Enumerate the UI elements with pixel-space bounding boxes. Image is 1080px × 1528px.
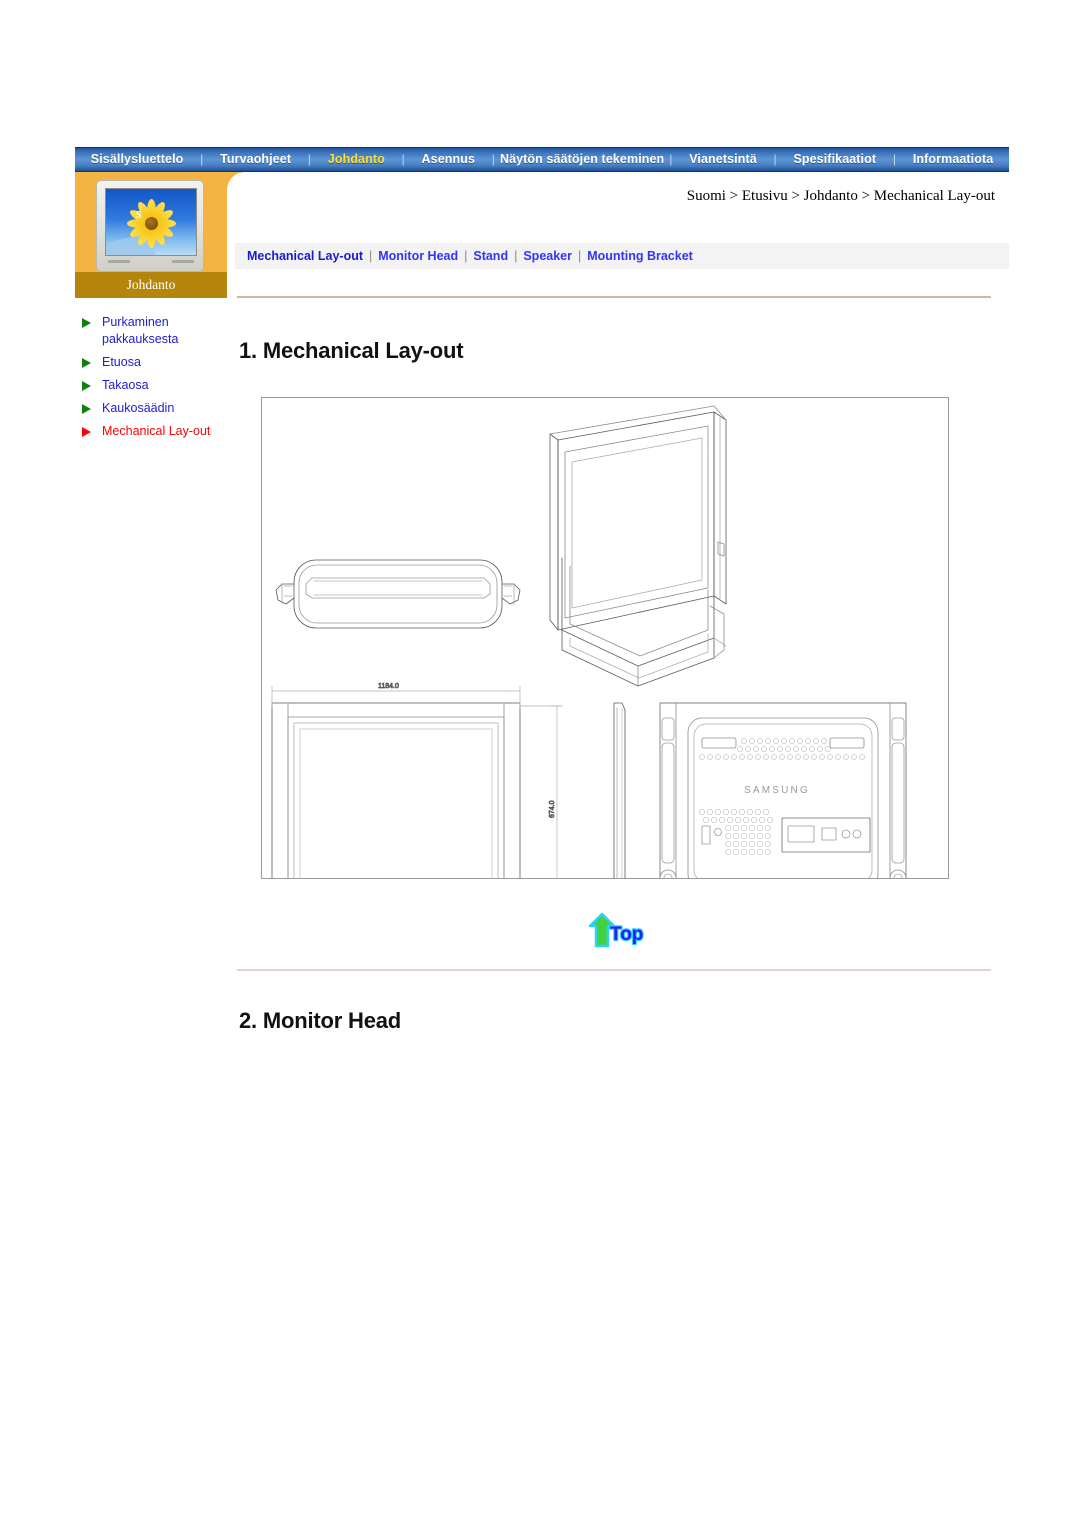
divider-bottom bbox=[237, 969, 991, 971]
subnav-item-mechanical-lay-out[interactable]: Mechanical Lay-out bbox=[247, 249, 363, 263]
triangle-bullet-icon bbox=[82, 358, 91, 368]
sidebar-panel: S Johdanto bbox=[75, 172, 227, 298]
content-corner-notch bbox=[227, 172, 245, 190]
sidebar-item-takaosa[interactable]: Takaosa bbox=[76, 377, 228, 394]
view-isometric bbox=[549, 405, 727, 687]
sidebar-item-label: Etuosa bbox=[102, 355, 141, 369]
triangle-bullet-icon bbox=[82, 381, 91, 391]
sidebar-item-etuosa[interactable]: Etuosa bbox=[76, 354, 228, 371]
dimension-label-height: 674.0 bbox=[549, 800, 556, 818]
nav-item-turvaohjeet[interactable]: Turvaohjeet bbox=[216, 148, 295, 171]
nav-item-asennus[interactable]: Asennus bbox=[418, 148, 480, 171]
nav-separator-4: | bbox=[669, 152, 673, 166]
nav-separator-0: | bbox=[200, 152, 204, 166]
monitor-body-shape: S bbox=[96, 180, 204, 272]
nav-separator-6: | bbox=[892, 152, 897, 166]
subnav-separator-0: | bbox=[369, 249, 373, 263]
triangle-bullet-icon bbox=[82, 404, 91, 414]
sunflower-core bbox=[144, 216, 158, 230]
monitor-screen-shape: S bbox=[105, 188, 197, 256]
mechanical-layout-drawing: 1184.0 674.0 SAMSUNG bbox=[261, 397, 949, 879]
nav-item-nayton-saatojen-tekeminen[interactable]: Näytön säätöjen tekeminen bbox=[496, 148, 668, 171]
nav-item-sisallysluettelo[interactable]: Sisällysluettelo bbox=[87, 148, 188, 171]
nav-separator-2: | bbox=[401, 152, 405, 166]
nav-item-vianetsinta[interactable]: Vianetsintä bbox=[685, 148, 761, 171]
divider-top bbox=[237, 296, 991, 298]
top-button-label: Top bbox=[610, 924, 643, 945]
sunflower-s-mark: S bbox=[136, 210, 142, 222]
monitor-badge-left bbox=[108, 260, 130, 263]
view-top bbox=[275, 559, 521, 629]
sidebar-item-label: Kaukosäädin bbox=[102, 401, 175, 415]
sidebar-item-label: Takaosa bbox=[102, 378, 149, 392]
view-front bbox=[271, 702, 521, 878]
sub-navigation-bar: Mechanical Lay-out | Monitor Head | Stan… bbox=[235, 243, 1009, 269]
top-navigation-bar: Sisällysluettelo | Turvaohjeet | Johdant… bbox=[75, 147, 1009, 172]
nav-item-johdanto[interactable]: Johdanto bbox=[324, 148, 389, 171]
triangle-bullet-icon bbox=[82, 318, 91, 328]
page-root: Sisällysluettelo | Turvaohjeet | Johdant… bbox=[0, 0, 1080, 1528]
sidebar-item-label: Purkaminen pakkauksesta bbox=[102, 315, 179, 346]
subnav-item-speaker[interactable]: Speaker bbox=[523, 249, 572, 263]
monitor-bezel-strip bbox=[106, 257, 196, 263]
dimension-label-width: 1184.0 bbox=[378, 683, 399, 690]
drawing-svg: 1184.0 674.0 SAMSUNG bbox=[271, 405, 907, 878]
subnav-separator-2: | bbox=[514, 249, 518, 263]
view-side bbox=[613, 702, 626, 878]
sunflower-icon: S bbox=[123, 197, 179, 249]
monitor-badge-right bbox=[172, 260, 194, 263]
subnav-separator-3: | bbox=[578, 249, 582, 263]
sidebar-item-purkaminen-pakkauksesta[interactable]: Purkaminen pakkauksesta bbox=[76, 314, 228, 348]
nav-item-informaatiota[interactable]: Informaatiota bbox=[909, 148, 997, 171]
triangle-bullet-icon bbox=[82, 427, 91, 437]
view-rear: SAMSUNG bbox=[659, 702, 907, 878]
top-button-icon: Top bbox=[588, 912, 645, 948]
sidebar-caption: Johdanto bbox=[75, 272, 227, 298]
rear-brand-label: SAMSUNG bbox=[744, 785, 810, 796]
section-heading-monitor-head: 2. Monitor Head bbox=[239, 1008, 402, 1033]
breadcrumb: Suomi > Etusivu > Johdanto > Mechanical … bbox=[686, 188, 995, 204]
subnav-item-monitor-head[interactable]: Monitor Head bbox=[378, 249, 458, 263]
back-to-top-button[interactable]: Top bbox=[586, 910, 652, 952]
sidebar-item-kaukosaadin[interactable]: Kaukosäädin bbox=[76, 400, 228, 417]
nav-separator-1: | bbox=[307, 152, 312, 166]
subnav-item-mounting-bracket[interactable]: Mounting Bracket bbox=[587, 249, 693, 263]
sidebar-item-mechanical-lay-out[interactable]: Mechanical Lay-out bbox=[76, 423, 228, 440]
dimension-height bbox=[519, 705, 563, 878]
section-heading-mechanical-lay-out: 1. Mechanical Lay-out bbox=[239, 338, 464, 363]
subnav-item-stand[interactable]: Stand bbox=[473, 249, 508, 263]
sidebar-link-list: Purkaminen pakkauksesta Etuosa Takaosa K… bbox=[76, 314, 228, 446]
sidebar-item-label: Mechanical Lay-out bbox=[102, 424, 211, 438]
subnav-separator-1: | bbox=[464, 249, 468, 263]
nav-item-spesifikaatiot[interactable]: Spesifikaatiot bbox=[789, 148, 880, 171]
nav-separator-5: | bbox=[773, 152, 777, 166]
